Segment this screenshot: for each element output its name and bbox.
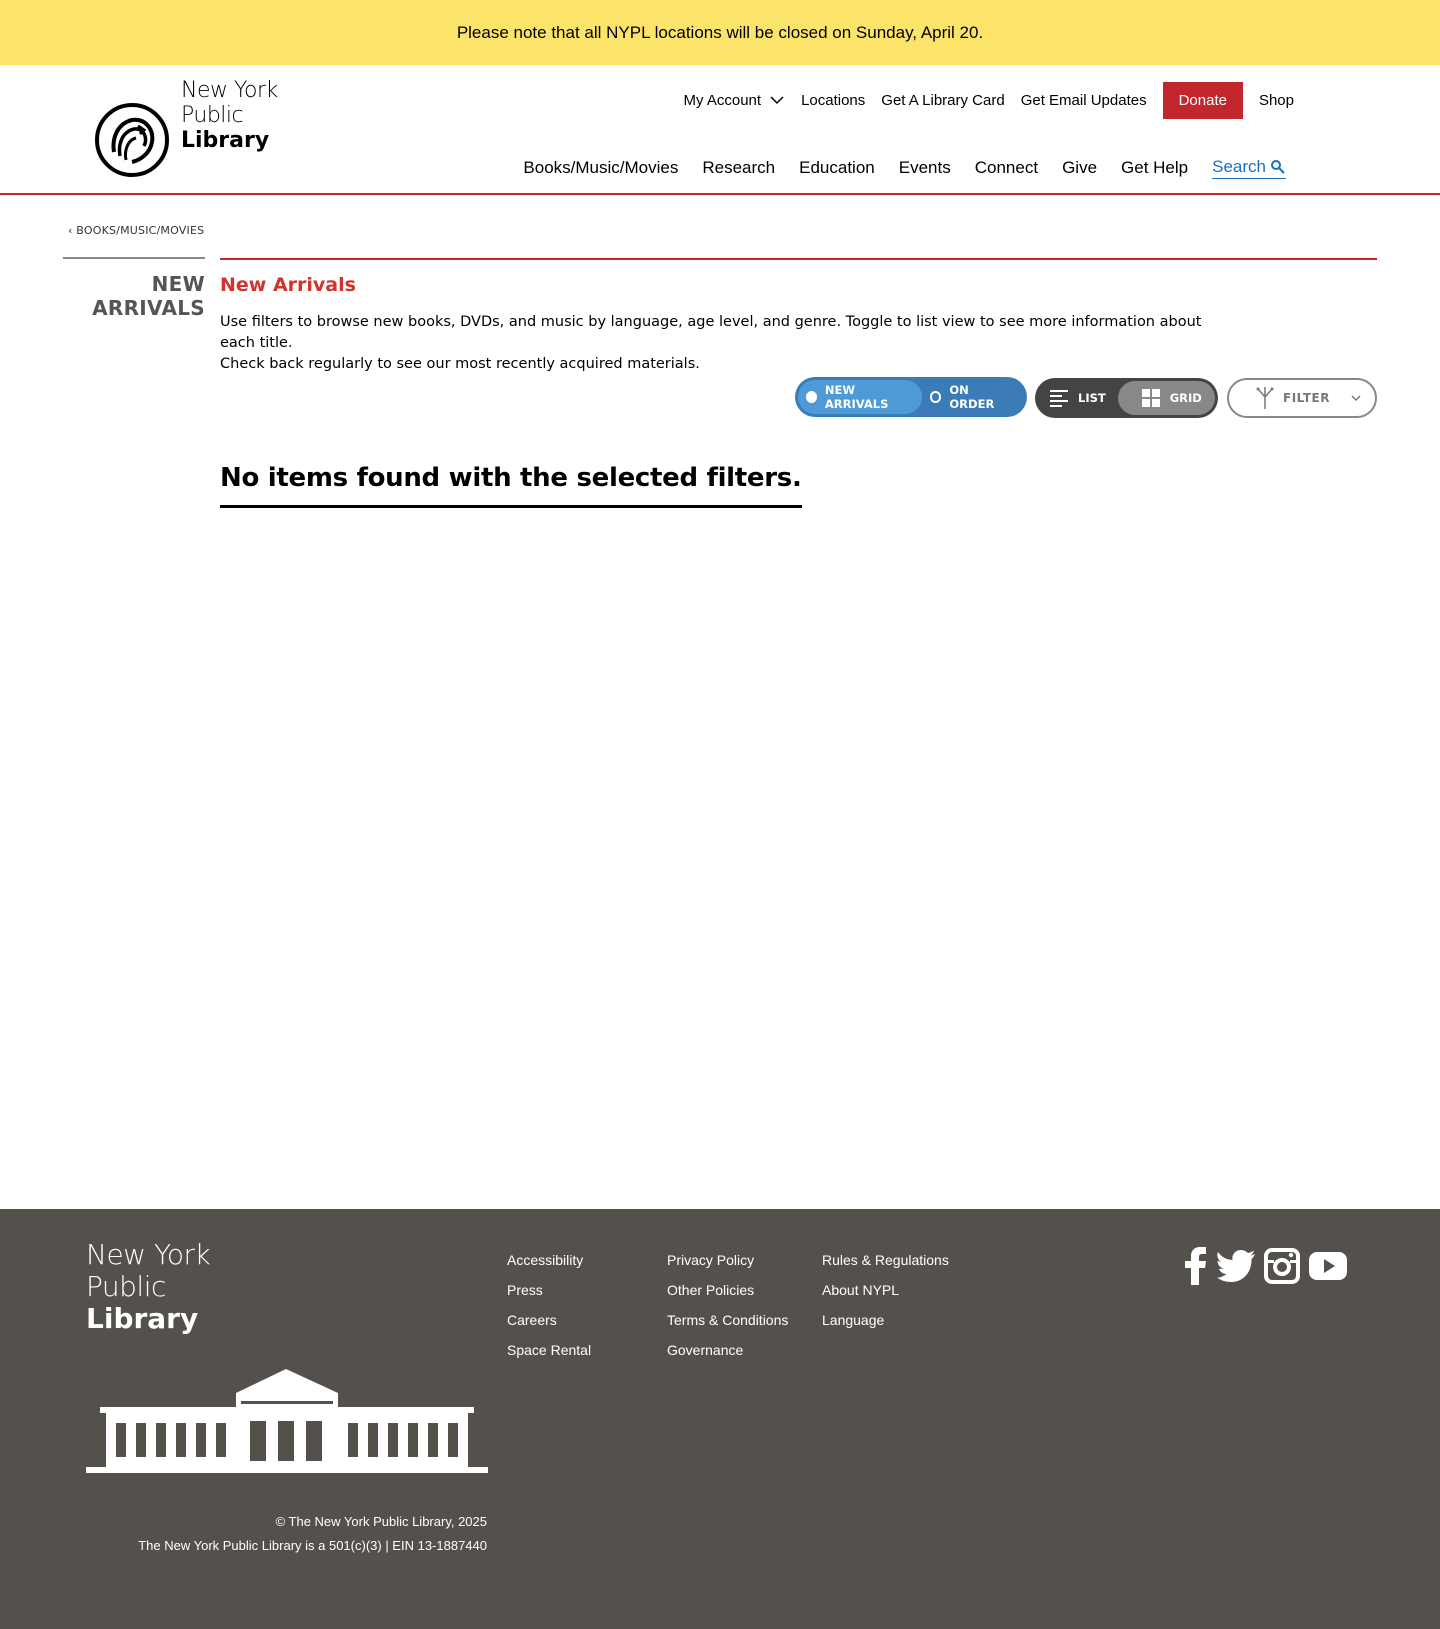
nav-education[interactable]: Education <box>799 158 875 178</box>
footer-links-col-3: Rules & Regulations About NYPL Language <box>822 1245 949 1335</box>
footer-link-other-policies[interactable]: Other Policies <box>667 1275 788 1305</box>
ein-text: The New York Public Library is a 501(c)(… <box>138 1538 487 1553</box>
chevron-down-icon <box>770 96 784 105</box>
twitter-icon[interactable] <box>1217 1250 1255 1282</box>
email-updates-link[interactable]: Get Email Updates <box>1021 92 1147 109</box>
facebook-icon[interactable] <box>1182 1247 1208 1285</box>
footer-link-governance[interactable]: Governance <box>667 1335 788 1365</box>
alert-text: Please note that all NYPL locations will… <box>456 22 984 42</box>
logo-wordmark: New York Public Library <box>181 78 278 153</box>
footer-link-language[interactable]: Language <box>822 1305 949 1335</box>
site-footer: New York Public Library © The New York P… <box>0 1209 1440 1629</box>
utility-nav: My Account Locations Get A Library Card … <box>684 81 1294 119</box>
main-nav: Books/Music/Movies Research Education Ev… <box>523 157 1286 179</box>
lion-icon <box>95 103 169 177</box>
nav-connect[interactable]: Connect <box>975 158 1038 178</box>
view-toggle: LIST GRID <box>1035 378 1218 418</box>
site-header: New York Public Library My Account Locat… <box>0 65 1440 195</box>
social-links <box>1182 1247 1356 1285</box>
library-card-link[interactable]: Get A Library Card <box>881 92 1004 109</box>
footer-link-press[interactable]: Press <box>507 1275 591 1305</box>
search-label: Search <box>1212 157 1266 176</box>
shop-link[interactable]: Shop <box>1259 92 1294 109</box>
nav-events[interactable]: Events <box>899 158 951 178</box>
sidebar-title: NEW ARRIVALS <box>63 272 205 320</box>
grid-view-option[interactable]: GRID <box>1117 381 1215 415</box>
list-view-option[interactable]: LIST <box>1038 381 1118 415</box>
list-label: LIST <box>1078 391 1106 405</box>
intro-line-2: Check back regularly to see our most rec… <box>220 356 700 372</box>
footer-link-terms[interactable]: Terms & Conditions <box>667 1305 788 1335</box>
new-arrivals-option[interactable]: NEW ARRIVALS <box>798 380 922 414</box>
radio-selected-icon <box>806 391 817 403</box>
sidebar-title-line-1: NEW <box>151 272 205 296</box>
footer-link-careers[interactable]: Careers <box>507 1305 591 1335</box>
breadcrumb[interactable]: ‹ BOOKS/MUSIC/MOVIES <box>68 224 204 237</box>
grid-label: GRID <box>1169 391 1202 405</box>
filter-icon <box>1256 387 1274 409</box>
nav-get-help[interactable]: Get Help <box>1121 158 1188 178</box>
intro-line-1: Use filters to browse new books, DVDs, a… <box>220 314 1202 351</box>
locations-link[interactable]: Locations <box>801 92 865 109</box>
footer-link-rules[interactable]: Rules & Regulations <box>822 1245 949 1275</box>
search-button[interactable]: Search <box>1212 157 1286 179</box>
on-order-label: ON ORDER <box>949 383 995 411</box>
list-icon <box>1050 390 1068 407</box>
donate-button[interactable]: Donate <box>1162 81 1243 119</box>
my-account-label: My Account <box>683 91 762 109</box>
nav-books-music-movies[interactable]: Books/Music/Movies <box>523 158 678 178</box>
on-order-option[interactable]: ON ORDER <box>922 380 1024 414</box>
footer-logo-line-1: New York <box>86 1238 211 1271</box>
filter-button[interactable]: FILTER <box>1227 378 1377 418</box>
alert-banner: Please note that all NYPL locations will… <box>0 0 1440 65</box>
search-icon <box>1271 160 1285 174</box>
copyright-text: © The New York Public Library, 2025 <box>275 1514 487 1529</box>
logo-line-1: New York <box>181 78 278 103</box>
footer-logo-line-3: Library <box>86 1302 199 1335</box>
type-toggle: NEW ARRIVALS ON ORDER <box>795 377 1027 417</box>
footer-link-privacy-policy[interactable]: Privacy Policy <box>667 1245 788 1275</box>
page-title: New Arrivals <box>220 274 356 296</box>
new-arrivals-label: NEW ARRIVALS <box>824 383 889 411</box>
logo-line-3: Library <box>181 128 270 153</box>
chevron-down-icon <box>1351 395 1361 402</box>
nav-give[interactable]: Give <box>1062 158 1097 178</box>
page-intro: Use filters to browse new books, DVDs, a… <box>220 312 1220 375</box>
nypl-logo[interactable]: New York Public Library <box>94 78 284 188</box>
instagram-icon[interactable] <box>1264 1248 1300 1284</box>
youtube-icon[interactable] <box>1309 1252 1347 1280</box>
grid-icon <box>1141 389 1160 407</box>
filter-label: FILTER <box>1283 391 1330 405</box>
footer-link-accessibility[interactable]: Accessibility <box>507 1245 591 1275</box>
nav-research[interactable]: Research <box>702 158 775 178</box>
footer-link-about[interactable]: About NYPL <box>822 1275 949 1305</box>
footer-link-space-rental[interactable]: Space Rental <box>507 1335 591 1365</box>
sidebar-title-line-2: ARRIVALS <box>92 296 205 320</box>
radio-unselected-icon <box>929 391 942 403</box>
library-building-illustration <box>86 1369 488 1473</box>
footer-copyright: © The New York Public Library, 2025 The … <box>86 1510 487 1558</box>
logo-line-2: Public <box>181 103 244 128</box>
footer-logo-line-2: Public <box>86 1270 166 1303</box>
my-account-dropdown[interactable]: My Account <box>684 92 786 109</box>
empty-results-message: No items found with the selected filters… <box>220 463 802 508</box>
footer-logo[interactable]: New York Public Library <box>86 1238 211 1335</box>
sidebar-divider <box>63 257 205 259</box>
footer-links-col-2: Privacy Policy Other Policies Terms & Co… <box>667 1245 788 1365</box>
footer-links-col-1: Accessibility Press Careers Space Rental <box>507 1245 591 1365</box>
content-divider <box>220 258 1377 260</box>
